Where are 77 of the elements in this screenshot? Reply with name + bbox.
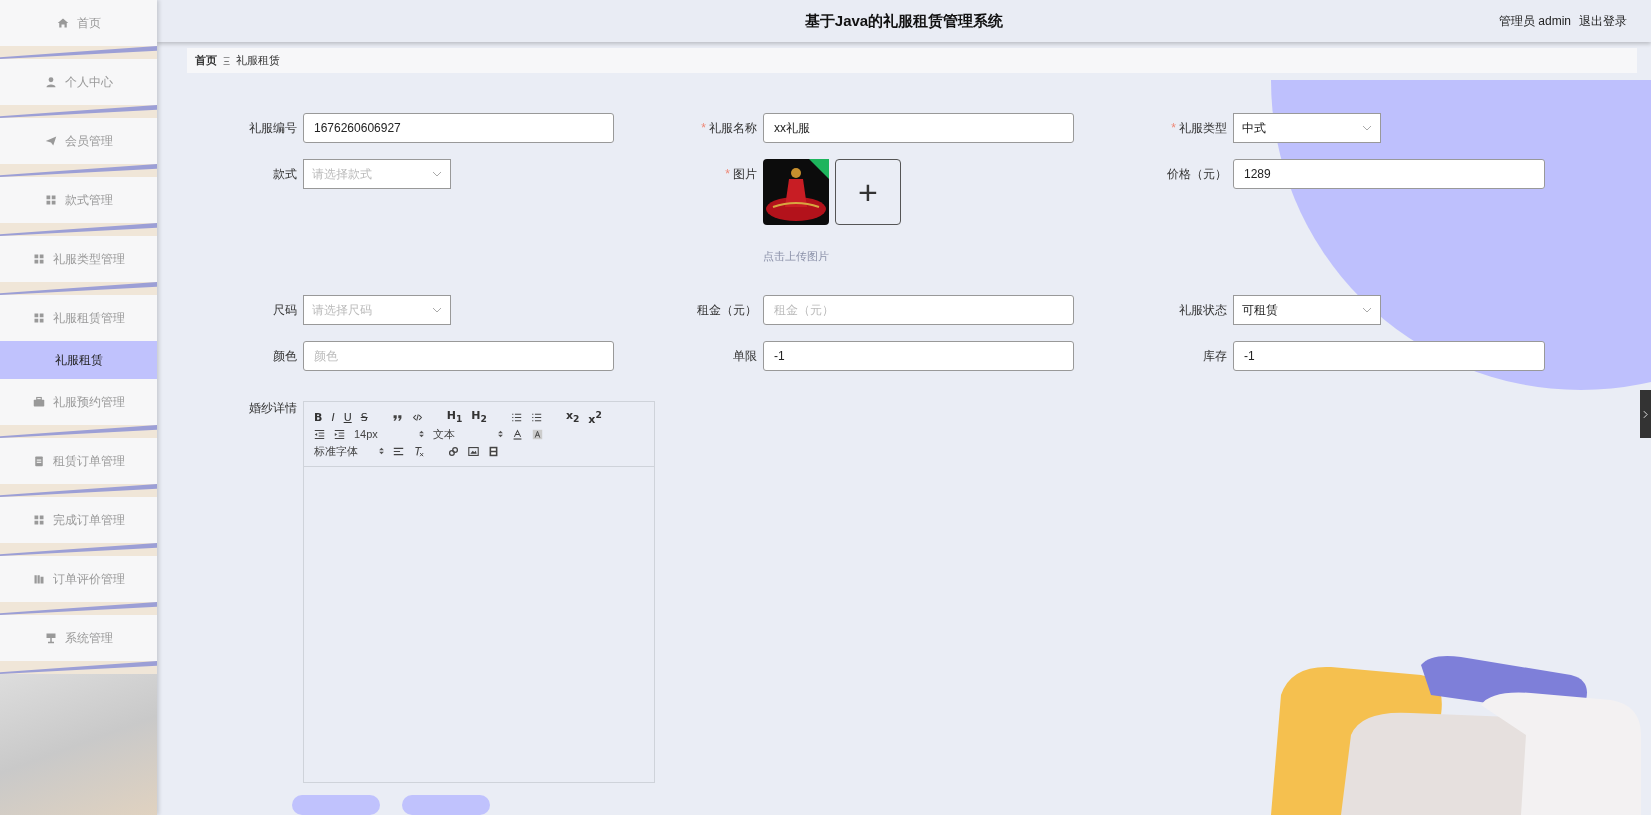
user-icon: [44, 76, 57, 88]
chevron-down-icon: [432, 171, 442, 177]
field-label: 库存: [1203, 348, 1227, 365]
up-down-arrow-icon: [419, 430, 424, 438]
bullet-list-icon[interactable]: [530, 411, 542, 423]
required-mark: *: [1171, 120, 1176, 137]
outdent-icon[interactable]: [314, 428, 325, 440]
select-field[interactable]: 可租赁: [1233, 295, 1381, 325]
upload-hint: 点击上传图片: [763, 249, 830, 264]
input-field[interactable]: 1289: [1233, 159, 1545, 189]
field-label: 婚纱详情: [249, 401, 297, 417]
briefcase-icon: [32, 396, 45, 408]
format-button[interactable]: x$^{2}$: [588, 408, 602, 426]
film-icon[interactable]: [488, 445, 499, 457]
picker-dropdown[interactable]: 文本: [433, 426, 503, 442]
chevron-down-icon: [432, 307, 442, 313]
required-mark: *: [701, 120, 706, 137]
grid-icon: [44, 194, 57, 206]
text-color-icon[interactable]: [512, 428, 523, 440]
field-label: 礼服类型: [1179, 120, 1227, 137]
clipboard-icon: [32, 455, 45, 467]
field-label: 图片: [733, 166, 757, 183]
field-label: 颜色: [273, 348, 297, 365]
field-label: 礼服名称: [709, 120, 757, 137]
link-icon[interactable]: [448, 445, 459, 457]
format-button[interactable]: S: [360, 410, 368, 424]
home-icon: [56, 17, 69, 29]
format-button[interactable]: I: [331, 410, 335, 424]
paper-plane-icon: [44, 135, 57, 147]
field-label: 租金（元）: [697, 302, 757, 319]
field-label: 单限: [733, 348, 757, 365]
format-button[interactable]: B: [314, 410, 323, 424]
input-field[interactable]: -1: [1233, 341, 1545, 371]
align-icon[interactable]: [393, 445, 404, 457]
user-label: 管理员 admin: [1498, 12, 1571, 30]
format-button[interactable]: H$_{1}$: [446, 409, 463, 425]
format-button[interactable]: U: [343, 410, 352, 424]
input-field[interactable]: 颜色: [303, 341, 614, 371]
image-icon[interactable]: [468, 445, 479, 457]
picker-dropdown[interactable]: 14px: [354, 428, 424, 440]
grid-icon: [32, 514, 45, 526]
code-icon[interactable]: [411, 411, 423, 423]
format-button[interactable]: H$_{2}$: [471, 409, 487, 425]
chevron-down-icon: [1362, 125, 1372, 131]
input-field[interactable]: 租金（元）: [763, 295, 1074, 325]
chevron-right-icon: [1643, 409, 1648, 419]
stand-icon: [44, 632, 57, 644]
field-label: 礼服状态: [1179, 302, 1227, 319]
indent-icon[interactable]: [334, 428, 345, 440]
logout-link[interactable]: 退出登录: [1579, 12, 1627, 30]
select-field[interactable]: 中式: [1233, 113, 1381, 143]
bars-icon: [32, 573, 45, 585]
grid-icon: [32, 253, 45, 265]
field-label: 价格（元）: [1167, 166, 1227, 183]
grid-icon: [32, 312, 45, 324]
up-down-arrow-icon: [498, 430, 503, 438]
clear-format-icon[interactable]: [413, 445, 424, 457]
breadcrumb-separator: Ξ: [223, 54, 231, 67]
format-button[interactable]: x$_{2}$: [565, 409, 580, 425]
breadcrumb-link[interactable]: 礼服租赁: [236, 53, 281, 68]
sidebar-subitem[interactable]: 礼服租赁: [0, 341, 157, 379]
picker-dropdown[interactable]: 标准字体: [314, 443, 384, 459]
field-label: 尺码: [273, 302, 297, 319]
ordered-list-icon[interactable]: [510, 411, 522, 423]
field-label: 款式: [273, 166, 297, 183]
up-down-arrow-icon: [379, 447, 384, 455]
chevron-down-icon: [1362, 307, 1372, 313]
collapse-handle[interactable]: [1640, 390, 1651, 438]
app-title: 基于Java的礼服租赁管理系统: [804, 11, 1004, 31]
required-mark: *: [725, 166, 730, 183]
upload-button[interactable]: +: [835, 159, 901, 225]
input-field[interactable]: -1: [763, 341, 1074, 371]
input-field[interactable]: xx礼服: [763, 113, 1074, 143]
breadcrumb-link[interactable]: 首页: [195, 53, 217, 68]
field-label: 礼服编号: [249, 120, 297, 137]
highlight-icon[interactable]: [532, 428, 543, 440]
input-field[interactable]: 1676260606927: [303, 113, 614, 143]
